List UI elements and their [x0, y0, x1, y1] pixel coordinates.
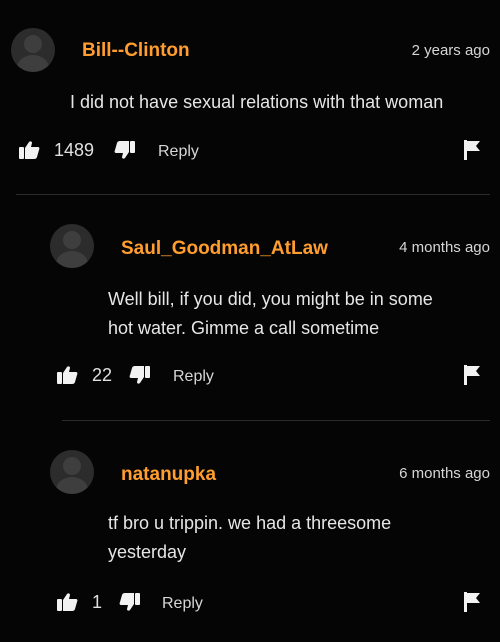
comment-text: tf bro u trippin. we had a threesome yes… [108, 509, 494, 567]
comment-actions: 22 Reply [0, 361, 500, 391]
like-count: 1 [92, 592, 103, 612]
thumbs-up-icon[interactable] [56, 592, 78, 612]
avatar-head [24, 35, 42, 53]
avatar-body [17, 55, 49, 72]
comment-timestamp: 4 months ago [399, 239, 490, 256]
thumbs-down-icon[interactable] [114, 140, 136, 160]
comment-item: Bill--Clinton 2 years ago I did not have… [0, 0, 500, 190]
user-avatar-icon[interactable] [11, 28, 55, 72]
comment-item: natanupka 6 months ago tf bro u trippin.… [0, 424, 500, 642]
avatar-body [56, 477, 88, 494]
comment-item: Saul_Goodman_AtLaw 4 months ago Well bil… [0, 196, 500, 416]
comment-timestamp: 6 months ago [399, 465, 490, 482]
thumbs-up-icon[interactable] [18, 140, 40, 160]
thumbs-up-icon[interactable] [56, 365, 78, 385]
reply-button[interactable]: Reply [158, 143, 199, 161]
avatar-head [63, 231, 81, 249]
reply-button[interactable]: Reply [162, 595, 203, 613]
reply-button[interactable]: Reply [173, 368, 214, 386]
thumbs-down-icon[interactable] [119, 592, 141, 612]
flag-icon[interactable] [462, 139, 482, 161]
comment-text-line: Well bill, if you did, you might be in s… [108, 289, 433, 309]
comment-divider [62, 420, 490, 421]
comment-actions: 1489 Reply [0, 136, 500, 166]
comment-actions: 1 Reply [0, 588, 500, 618]
comment-text-line: yesterday [108, 542, 187, 562]
comment-username[interactable]: Saul_Goodman_AtLaw [121, 238, 328, 260]
comment-text: I did not have sexual relations with tha… [70, 92, 444, 112]
comment-text: Well bill, if you did, you might be in s… [108, 285, 494, 343]
avatar-head [63, 457, 81, 475]
comment-username[interactable]: Bill--Clinton [82, 40, 190, 62]
comments-section: Bill--Clinton 2 years ago I did not have… [0, 0, 500, 642]
thumbs-down-icon[interactable] [129, 365, 151, 385]
like-count: 1489 [54, 140, 95, 160]
flag-icon[interactable] [462, 591, 482, 613]
comment-username[interactable]: natanupka [121, 464, 216, 486]
comment-text-line: hot water. Gimme a call sometime [108, 318, 380, 338]
comment-text-line: tf bro u trippin. we had a threesome [108, 513, 392, 533]
like-count: 22 [92, 365, 113, 385]
user-avatar-icon[interactable] [50, 450, 94, 494]
flag-icon[interactable] [462, 364, 482, 386]
user-avatar-icon[interactable] [50, 224, 94, 268]
avatar-body [56, 251, 88, 268]
comment-divider [16, 194, 490, 195]
comment-timestamp: 2 years ago [411, 42, 490, 59]
